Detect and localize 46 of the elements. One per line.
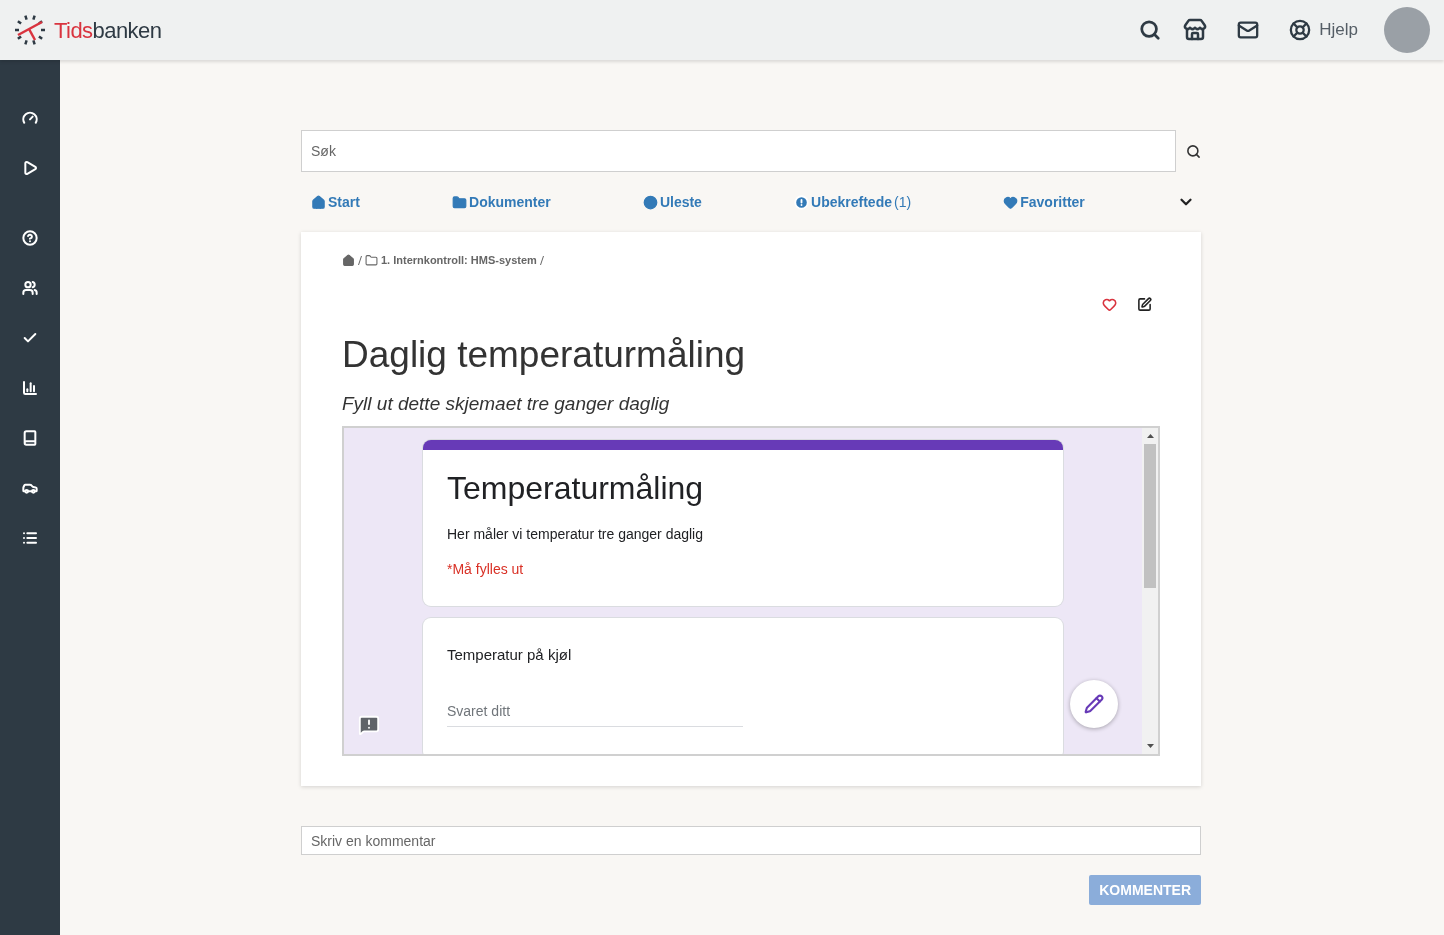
help-link[interactable]: Hjelp (1319, 17, 1358, 43)
logo-icon (14, 14, 46, 46)
home-icon (311, 194, 326, 210)
book-icon[interactable] (22, 430, 38, 446)
lifebuoy-icon[interactable] (1289, 19, 1312, 41)
bar-chart-icon[interactable] (22, 380, 38, 396)
folder-icon (452, 194, 468, 210)
users-icon[interactable] (22, 280, 38, 296)
pencil-icon (1084, 694, 1104, 715)
scroll-up-arrow-icon[interactable] (1146, 434, 1154, 439)
nav-tab[interactable]: Uleste (642, 191, 702, 213)
feedback-icon[interactable] (358, 714, 380, 737)
answer-field[interactable]: Svaret ditt (447, 700, 743, 727)
gauge-icon[interactable] (22, 110, 38, 126)
form-description: Her måler vi temperatur tre ganger daglig (447, 525, 704, 545)
logo-text[interactable]: Tidsbanken (54, 13, 162, 47)
nav-tab[interactable]: Dokumenter (452, 191, 551, 213)
scrollbar[interactable] (1142, 428, 1158, 755)
home-icon[interactable] (342, 253, 355, 267)
search-icon[interactable] (1186, 143, 1201, 159)
play-icon[interactable] (22, 160, 38, 176)
edit-icon[interactable] (1137, 296, 1152, 312)
store-icon[interactable] (1183, 18, 1208, 42)
mail-icon[interactable] (1237, 19, 1260, 41)
folder-icon (365, 253, 378, 267)
document-title: Daglig temperaturmåling (342, 332, 747, 377)
circle-icon (642, 194, 658, 210)
list-icon[interactable] (22, 530, 38, 546)
search-icon[interactable] (1139, 19, 1162, 41)
nav-tab[interactable]: Favoritter (1003, 191, 1085, 213)
required-note: *Må fylles ut (447, 560, 525, 580)
scroll-down-arrow-icon[interactable] (1146, 744, 1154, 749)
exclamation-circle-icon (794, 194, 810, 210)
heart-icon (1003, 194, 1019, 210)
document-subtitle: Fyll ut dette skjemaet tre ganger daglig (342, 391, 671, 416)
nav-tab[interactable]: Ubekreftede(1) (794, 191, 912, 213)
slash-separator-icon (539, 255, 544, 265)
edit-response-button[interactable] (1070, 680, 1118, 729)
nav-tab[interactable]: Start (311, 191, 360, 213)
question-label: Temperatur på kjøl (447, 645, 573, 666)
search-field[interactable]: Søk (301, 130, 1176, 172)
form-title: Temperaturmåling (447, 469, 705, 509)
slash-separator-icon (358, 255, 362, 265)
breadcrumb-link[interactable]: 1. Internkontroll: HMS-system (381, 252, 537, 269)
help-icon[interactable] (22, 230, 38, 246)
favorite-heart-icon[interactable] (1102, 296, 1117, 312)
